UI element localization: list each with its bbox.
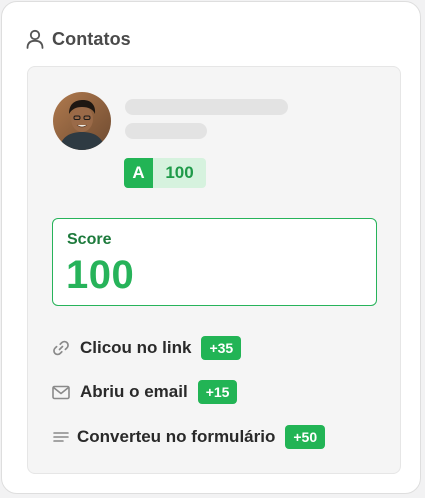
avatar[interactable] — [53, 92, 111, 150]
points-badge: +15 — [197, 380, 238, 404]
subtitle-placeholder — [125, 123, 207, 139]
activity-label: Clicou no link — [80, 338, 192, 357]
grade-score: 100 — [153, 158, 206, 188]
activity-item-link: Clicou no link +35 — [51, 334, 242, 362]
contacts-card: Contatos A 100 Score 100 Clicou no link … — [1, 1, 421, 494]
score-label: Score — [67, 231, 112, 248]
name-placeholder — [125, 99, 288, 115]
grade-badge: A 100 — [124, 158, 206, 188]
user-icon — [26, 29, 44, 49]
link-icon — [51, 339, 71, 357]
grade-letter: A — [124, 158, 153, 188]
score-value: 100 — [66, 253, 135, 297]
points-badge: +35 — [201, 336, 242, 360]
contact-panel: A 100 Score 100 Clicou no link +35 Abriu… — [27, 66, 401, 474]
card-title: Contatos — [52, 28, 131, 49]
form-icon — [51, 431, 71, 443]
card-header: Contatos — [26, 26, 131, 52]
activity-label: Abriu o email — [80, 382, 188, 401]
score-box: Score 100 — [52, 218, 377, 306]
activity-label: Converteu no formulário — [77, 427, 276, 446]
activity-item-email: Abriu o email +15 — [51, 378, 238, 406]
mail-icon — [51, 385, 71, 400]
activity-item-form: Converteu no formulário +50 — [51, 423, 326, 451]
points-badge: +50 — [285, 425, 326, 449]
